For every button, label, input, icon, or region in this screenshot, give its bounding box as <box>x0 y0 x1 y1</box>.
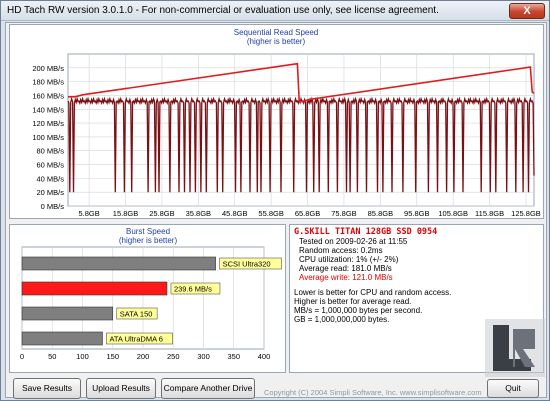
cpu-utilization-text: CPU utilization: 1% (+/- 2%) <box>299 255 399 264</box>
bar-label: ATA UltraDMA 6 <box>109 335 163 344</box>
x-tick-label: 115.8GB <box>475 209 504 218</box>
x-tick-label: 250 <box>167 352 180 361</box>
y-tick-label: 40 MB/s <box>36 174 64 183</box>
client-area: Sequential Read Speed (higher is better) 0… <box>5 22 547 399</box>
average-write-text: Average write: 121.0 MB/s <box>299 273 393 282</box>
burst-bar <box>21 281 168 296</box>
average-read-text: Average read: 181.0 MB/s <box>299 264 392 273</box>
y-tick-label: 160 MB/s <box>32 91 64 100</box>
x-tick-label: 150 <box>106 352 119 361</box>
window-title: HD Tach RW version 3.0.1.0 - For non-com… <box>7 5 439 16</box>
bar-label: 239.6 MB/s <box>174 285 212 294</box>
chart-title: Sequential Read Speed <box>234 28 319 37</box>
burst-bar <box>21 331 103 346</box>
note-line: GB = 1,000,000,000 bytes. <box>294 315 390 324</box>
bar-label: SCSI Ultra320 <box>223 260 271 269</box>
y-tick-label: 120 MB/s <box>32 119 64 128</box>
copyright-text: Copyright (C) 2004 Simpli Software, Inc.… <box>264 388 482 397</box>
y-tick-label: 20 MB/s <box>36 188 64 197</box>
y-tick-label: 60 MB/s <box>36 161 64 170</box>
y-tick-label: 200 MB/s <box>32 64 64 73</box>
sequential-read-chart: Sequential Read Speed(higher is better) 0… <box>32 28 541 218</box>
x-tick-label: 350 <box>227 352 240 361</box>
x-tick-label: 85.8GB <box>368 209 393 218</box>
x-tick-label: 50 <box>48 352 56 361</box>
tested-on-text: Tested on 2009-02-26 at 11:55 <box>299 237 408 246</box>
chart-subtitle: (higher is better) <box>247 37 306 46</box>
x-tick-label: 35.8GB <box>186 209 211 218</box>
upload-results-button[interactable]: Upload Results <box>86 378 156 399</box>
x-tick-label: 200 <box>137 352 150 361</box>
y-tick-label: 180 MB/s <box>32 78 64 87</box>
x-tick-label: 5.8GB <box>78 209 99 218</box>
x-tick-label: 300 <box>197 352 210 361</box>
x-tick-label: 0 <box>20 352 24 361</box>
random-access-text: Random access: 0.2ms <box>299 246 383 255</box>
x-tick-label: 15.8GB <box>113 209 138 218</box>
app-window: HD Tach RW version 3.0.1.0 - For non-com… <box>0 0 550 401</box>
x-tick-label: 95.8GB <box>404 209 429 218</box>
x-tick-label: 55.8GB <box>258 209 283 218</box>
y-tick-label: 100 MB/s <box>32 133 64 142</box>
y-tick-label: 80 MB/s <box>36 147 64 156</box>
x-tick-label: 25.8GB <box>149 209 174 218</box>
x-tick-label: 100 <box>76 352 89 361</box>
sequential-read-panel: Sequential Read Speed (higher is better) 0… <box>9 24 544 219</box>
x-tick-label: 75.8GB <box>331 209 356 218</box>
note-line: Higher is better for average read. <box>294 297 412 306</box>
burst-bar <box>21 256 216 271</box>
x-tick-label: 125.8GB <box>511 209 541 218</box>
chart-subtitle: (higher is better) <box>119 236 178 245</box>
chart-title: Burst Speed <box>126 227 170 236</box>
x-tick-label: 400 <box>258 352 271 361</box>
title-bar[interactable]: HD Tach RW version 3.0.1.0 - For non-com… <box>1 1 549 21</box>
note-line: Lower is better for CPU and random acces… <box>294 288 452 297</box>
y-tick-label: 0 MB/s <box>41 202 65 211</box>
compare-drive-button[interactable]: Compare Another Drive <box>161 378 255 399</box>
drive-name: G.SKILL TITAN 128GB SSD 0954 <box>294 227 438 237</box>
x-tick-label: 45.8GB <box>222 209 247 218</box>
close-button[interactable]: X <box>509 3 545 19</box>
burst-speed-panel: Burst Speed (higher is better) 0 50 100 150 20… <box>9 224 286 373</box>
bar-label: SATA 150 <box>120 310 153 319</box>
x-tick-label: 65.8GB <box>295 209 320 218</box>
x-tick-label: 105.8GB <box>438 209 468 218</box>
save-results-button[interactable]: Save Results <box>13 378 81 399</box>
legit-reviews-logo <box>485 319 545 377</box>
y-tick-label: 140 MB/s <box>32 105 64 114</box>
burst-bar <box>21 306 114 321</box>
quit-button[interactable]: Quit <box>487 379 539 398</box>
burst-speed-chart: Burst Speed(higher is better) 0 50 100 150 20… <box>20 227 282 361</box>
note-line: MB/s = 1,000,000 bytes per second. <box>294 306 423 315</box>
